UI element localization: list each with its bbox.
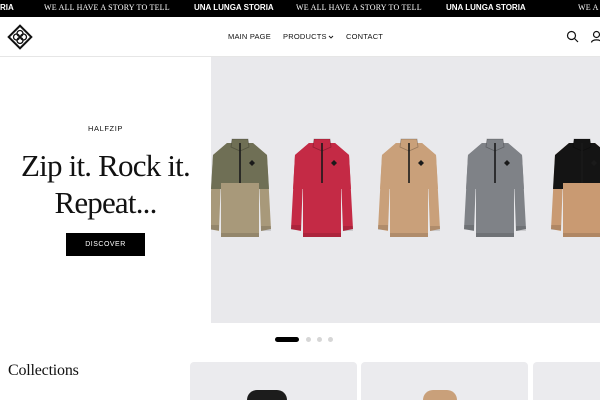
product-grey-halfzip[interactable]	[460, 137, 530, 241]
nav-products-label: PRODUCTS	[283, 32, 327, 41]
collection-card-dark[interactable]	[190, 362, 357, 400]
site-header: MAIN PAGE PRODUCTS CONTACT	[0, 17, 600, 57]
carousel-dot-active[interactable]	[275, 337, 299, 342]
nav-products[interactable]: PRODUCTS	[283, 32, 334, 42]
hero-headline-line: Zip it. Rock it.	[21, 148, 191, 183]
hero-headline-line: Repeat...	[54, 185, 157, 220]
product-camel-halfzip[interactable]	[374, 137, 444, 241]
main-nav: MAIN PAGE PRODUCTS CONTACT	[0, 17, 600, 57]
ticker-item: WE A	[578, 3, 599, 12]
collection-thumb	[423, 390, 457, 400]
carousel-dot[interactable]	[328, 337, 333, 342]
account-icon[interactable]	[590, 30, 600, 43]
collection-card-camel[interactable]	[361, 362, 528, 400]
chevron-down-icon	[328, 35, 334, 39]
ticker-item: RIA	[0, 3, 14, 12]
carousel-dot[interactable]	[317, 337, 322, 342]
product-olive-khaki-halfzip[interactable]	[211, 137, 275, 241]
search-icon[interactable]	[566, 30, 579, 43]
ticker-item: WE ALL HAVE A STORY TO TELL	[44, 3, 170, 12]
discover-button[interactable]: DISCOVER	[66, 233, 145, 256]
ticker-item: UNA LUNGA STORIA	[446, 3, 526, 12]
ticker-item: UNA LUNGA STORIA	[194, 3, 274, 12]
product-red-halfzip[interactable]	[287, 137, 357, 241]
hero-text-panel: HALFZIP Zip it. Rock it. Repeat... DISCO…	[0, 57, 211, 323]
collection-thumb	[247, 390, 287, 400]
carousel-pagination	[0, 337, 600, 343]
hero-kicker: HALFZIP	[87, 124, 124, 133]
ticker-item: WE ALL HAVE A STORY TO TELL	[296, 3, 422, 12]
announcement-ticker: RIA WE ALL HAVE A STORY TO TELL UNA LUNG…	[0, 0, 600, 17]
product-black-camel-halfzip[interactable]	[547, 137, 600, 241]
nav-contact[interactable]: CONTACT	[346, 32, 383, 42]
collections-heading: Collections	[8, 362, 79, 379]
collection-card-third[interactable]	[533, 362, 600, 400]
hero-image-panel[interactable]	[211, 57, 600, 323]
hero-headline: Zip it. Rock it. Repeat...	[0, 147, 211, 221]
carousel-dot[interactable]	[306, 337, 311, 342]
nav-main-page[interactable]: MAIN PAGE	[228, 32, 271, 42]
